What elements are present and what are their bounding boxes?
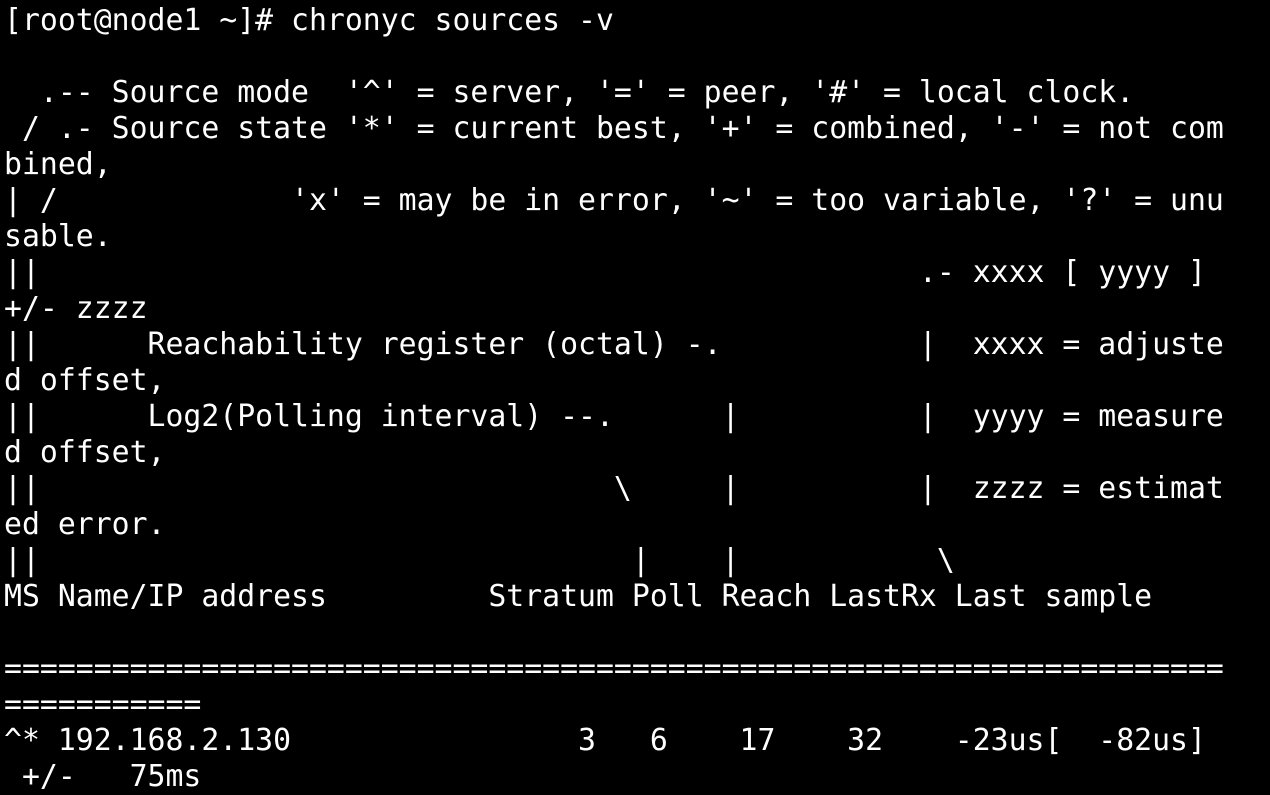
legend-line: .-- Source mode '^' = server, '=' = peer… bbox=[4, 75, 1135, 110]
terminal-window[interactable]: [root@node1 ~]# chronyc sources -v .-- S… bbox=[0, 0, 1270, 795]
legend-line: | / 'x' = may be in error, '~' = too var… bbox=[4, 183, 1224, 218]
legend-line: || .- xxxx [ yyyy ] bbox=[4, 255, 1206, 290]
legend-line: d offset, bbox=[4, 363, 166, 398]
table-row: ^* 192.168.2.130 3 6 17 32 -23us[ -82us] bbox=[4, 723, 1206, 758]
table-header: MS Name/IP address Stratum Poll Reach La… bbox=[4, 579, 1153, 614]
legend-line: || \ | | zzzz = estimat bbox=[4, 471, 1224, 506]
legend-line: / .- Source state '*' = current best, '+… bbox=[4, 111, 1224, 146]
legend-line: d offset, bbox=[4, 435, 166, 470]
legend-line: || | | \ bbox=[4, 543, 955, 578]
legend-line: sable. bbox=[4, 219, 112, 254]
table-row-continuation: +/- 75ms bbox=[4, 759, 202, 794]
legend-line: || Log2(Polling interval) --. | | yyyy =… bbox=[4, 399, 1224, 434]
separator-line: ========================================… bbox=[4, 651, 1224, 686]
separator-line: =========== bbox=[4, 687, 202, 722]
command-prompt: [root@node1 ~]# chronyc sources -v bbox=[4, 3, 614, 38]
legend-line: || Reachability register (octal) -. | xx… bbox=[4, 327, 1224, 362]
legend-line: +/- zzzz bbox=[4, 291, 148, 326]
legend-line: bined, bbox=[4, 147, 112, 182]
legend-line: ed error. bbox=[4, 507, 166, 542]
